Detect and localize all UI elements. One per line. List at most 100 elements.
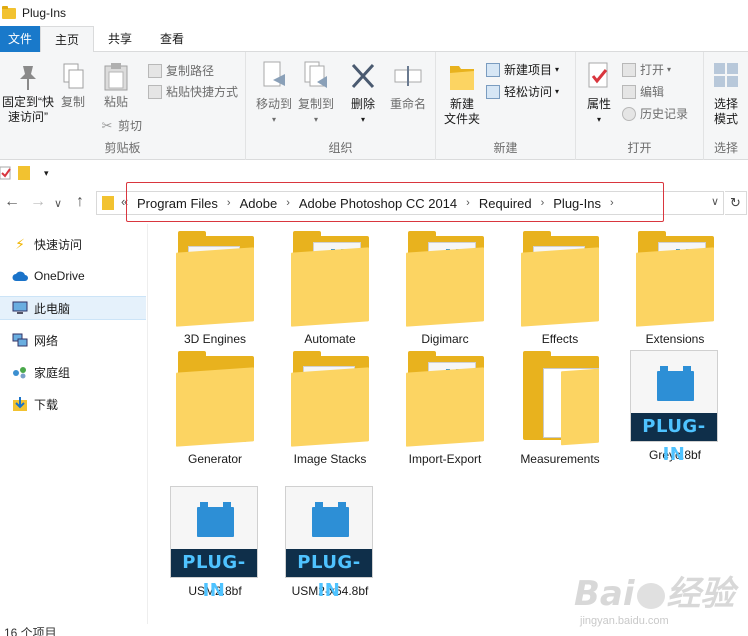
quick-access-toolbar: ▾ (0, 161, 748, 185)
plugin-page: PLUG-IN (170, 486, 258, 601)
chevron-right-icon[interactable]: › (461, 197, 475, 209)
delete-icon (351, 63, 375, 89)
tab-home[interactable]: 主页 (40, 26, 95, 53)
plugin-brick-icon (197, 507, 234, 537)
copy-path-button[interactable]: 复制路径 (148, 62, 214, 79)
breadcrumb-photoshop[interactable]: Adobe Photoshop CC 2014 (295, 196, 461, 211)
file-item[interactable]: PLUG-IN Image Stacks (275, 348, 385, 466)
file-item[interactable]: PLUG-IN Effects (505, 228, 615, 346)
sidebar-item-onedrive[interactable]: OneDrive (0, 264, 146, 288)
forward-arrow-icon[interactable]: → (30, 193, 46, 211)
select-grid-icon (714, 63, 738, 87)
folder-icon: PLUG-IN (521, 231, 601, 327)
copy-button[interactable]: 复制 (58, 62, 88, 110)
edit-label: 编辑 (640, 85, 665, 99)
paste-label: 粘贴 (103, 95, 128, 109)
open-button[interactable]: 打开 ▾ (622, 61, 671, 78)
copy-path-icon (148, 63, 162, 78)
file-item[interactable]: PLUG-IN PLUG-IN Automate (275, 228, 385, 346)
file-item[interactable]: Generator (160, 348, 270, 466)
title-bar: Plug-Ins (0, 0, 748, 26)
breadcrumb-adobe[interactable]: Adobe (236, 196, 282, 211)
easy-access-button[interactable]: 轻松访问 ▾ (486, 83, 559, 100)
file-item[interactable]: PLUG-IN Greyc.8bf (620, 348, 730, 465)
sidebar-item-network[interactable]: 网络 (0, 328, 146, 352)
new-folder-label: 新建 文件夹 (443, 97, 480, 126)
pin-icon (20, 66, 36, 90)
tab-file[interactable]: 文件 (0, 26, 41, 52)
paste-shortcut-label: 粘贴快捷方式 (166, 85, 239, 99)
folder-icon: PLUG-IN PLUG-IN (406, 351, 486, 447)
cut-button[interactable]: ✂ 剪切 (100, 117, 142, 134)
file-item[interactable]: PLUG-IN PLUG-IN Extensions (620, 228, 730, 346)
ribbon-tabs: 文件 主页 共享 查看 (0, 26, 748, 53)
breadcrumb-program-files[interactable]: Program Files (133, 196, 222, 211)
ribbon: 固定到“快速访问” 复制 粘贴 复制路径 粘贴快捷方式 ✂ 剪切 剪贴板 移动到… (0, 52, 748, 160)
navigation-pane: ⚡ 快速访问 OneDrive 此电脑 网络 家庭组 下载 (0, 224, 148, 624)
sidebar-item-downloads[interactable]: 下载 (0, 392, 146, 416)
edit-button[interactable]: 编辑 (622, 83, 664, 100)
properties-small-icon[interactable] (0, 165, 14, 181)
move-to-button[interactable]: 移动到 ▾ (254, 60, 294, 127)
plugin-page: PLUG-IN (285, 486, 373, 601)
sidebar-item-label: 网络 (34, 333, 59, 348)
history-button[interactable]: 历史记录 (622, 105, 688, 122)
sidebar-item-label: 快速访问 (34, 237, 83, 252)
file-item[interactable]: Measurements (505, 348, 615, 466)
up-arrow-icon[interactable]: ↑ (76, 193, 84, 211)
file-item[interactable]: PLUG-IN USM2-x64.8bf (275, 484, 385, 601)
folder-icon (521, 351, 601, 446)
file-item[interactable]: PLUG-IN USM2.8bf (160, 484, 270, 601)
new-folder-small-icon[interactable] (18, 166, 30, 180)
file-name: 3D Engines (183, 332, 247, 346)
rename-label: 重命名 (389, 97, 426, 111)
clipboard-group-label: 剪贴板 (104, 141, 141, 155)
pin-quick-access-button[interactable]: 固定到“快速访问” (0, 62, 56, 125)
delete-button[interactable]: 删除 ▾ (346, 60, 380, 127)
rename-button[interactable]: 重命名 (386, 60, 430, 112)
customize-toolbar-icon[interactable]: ▾ (44, 168, 49, 179)
rename-icon (394, 66, 422, 86)
delete-label: 删除 (350, 97, 375, 111)
breadcrumb-required[interactable]: Required (475, 196, 536, 211)
file-item[interactable]: PLUG-IN PLUG-IN Digimarc (390, 228, 500, 346)
paste-shortcut-button[interactable]: 粘贴快捷方式 (148, 83, 238, 100)
sidebar-item-homegroup[interactable]: 家庭组 (0, 360, 146, 384)
file-name: Generator (187, 452, 243, 466)
chevron-right-icon[interactable]: › (536, 197, 550, 209)
file-name: Effects (541, 332, 579, 346)
address-dropdown-icon[interactable]: ∨ (711, 195, 719, 208)
properties-button[interactable]: 属性 ▾ (582, 60, 616, 127)
easy-access-icon (486, 84, 500, 99)
copy-to-label: 复制到 (297, 97, 334, 111)
sidebar-item-this-pc[interactable]: 此电脑 (0, 296, 146, 320)
overflow-chevrons[interactable]: « (121, 194, 128, 209)
watermark-url: jingyan.baidu.com (580, 615, 669, 627)
history-label: 历史记录 (640, 107, 689, 121)
chevron-right-icon[interactable]: › (222, 197, 236, 209)
new-item-button[interactable]: 新建项目 ▾ (486, 61, 559, 78)
new-folder-button[interactable]: 新建 文件夹 (440, 60, 484, 127)
paste-icon (104, 63, 128, 91)
sidebar-item-label: 下载 (34, 397, 59, 412)
refresh-icon[interactable]: ↻ (725, 191, 747, 215)
recent-chevron-icon[interactable]: ∨ (54, 197, 62, 210)
copy-to-button[interactable]: 复制到 ▾ (296, 60, 336, 127)
address-bar[interactable]: « Program Files › Adobe › Adobe Photosho… (96, 191, 724, 215)
tab-share[interactable]: 共享 (94, 26, 146, 52)
address-row: ← → ∨ ↑ « Program Files › Adobe › Adobe … (0, 187, 748, 219)
select-group-label: 选择 (713, 141, 738, 155)
tab-view[interactable]: 查看 (146, 26, 198, 52)
chevron-right-icon[interactable]: › (605, 197, 619, 209)
breadcrumb-plug-ins[interactable]: Plug-Ins (549, 196, 605, 211)
file-name: Measurements (520, 452, 600, 466)
chevron-right-icon[interactable]: › (281, 197, 295, 209)
file-name: Automate (304, 332, 356, 346)
cut-label: 剪切 (118, 119, 143, 133)
sidebar-item-quick-access[interactable]: ⚡ 快速访问 (0, 232, 146, 256)
paste-button[interactable]: 粘贴 (98, 62, 134, 110)
select-mode-button[interactable]: 选择 模式 (706, 60, 746, 127)
back-arrow-icon[interactable]: ← (4, 193, 20, 211)
file-item[interactable]: PLUG-IN 3D Engines (160, 228, 270, 346)
file-item[interactable]: PLUG-IN PLUG-IN Import-Export (390, 348, 500, 466)
